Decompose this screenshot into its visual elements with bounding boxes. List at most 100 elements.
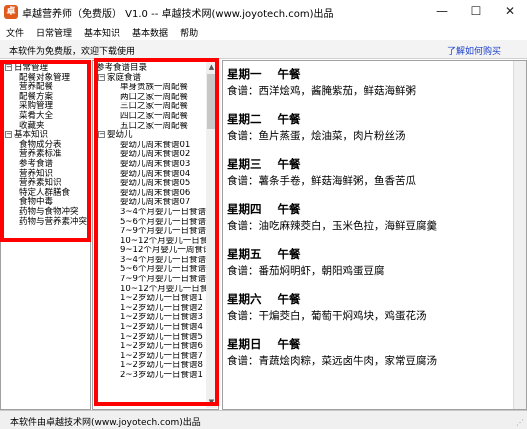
collapse-toggle-icon[interactable]: −: [5, 64, 12, 71]
meal-type: 午餐: [277, 202, 301, 216]
recipe-list-item[interactable]: 三口之家一周配餐: [96, 102, 208, 112]
recipe-list-item[interactable]: 四口之家一周配餐: [96, 112, 208, 122]
recipe-directory-tree: 参考食谱目录 − 家庭食谱 单身贵族一周配餐 两口之家一周配餐 三口之家一周配餐 四口之家一…: [96, 63, 208, 381]
scroll-thumb[interactable]: [207, 74, 216, 129]
collapse-toggle-icon[interactable]: −: [98, 131, 105, 139]
recipe-text: 食谱：干煸茭白，葡萄干焖鸡块，鸡蛋花汤: [227, 310, 427, 322]
recipe-list-item[interactable]: 1~2岁幼儿一日食谱5: [96, 333, 208, 343]
recipe-list-item[interactable]: 5~6个月婴儿一日食谱: [96, 265, 208, 275]
menu-bar: 文件 日常管理 基本知识 基本数据 帮助: [0, 24, 527, 40]
day-heading: 星期六 午餐: [227, 291, 427, 307]
recipe-list-item[interactable]: 3~4个月婴儿一日食谱: [96, 256, 208, 266]
scroll-up-icon[interactable]: ▲: [206, 62, 217, 73]
tree-item[interactable]: 菜肴大全: [5, 111, 87, 122]
menu-daily-management[interactable]: 日常管理: [30, 26, 78, 39]
recipe-list-item[interactable]: 10~12个月婴儿一日食谱: [96, 285, 208, 295]
recipe-list-item[interactable]: 1~2岁幼儿一日食谱1: [96, 294, 208, 304]
recipe-directory-panel: 参考食谱目录 − 家庭食谱 单身贵族一周配餐 两口之家一周配餐 三口之家一周配餐 四口之家一…: [92, 60, 219, 410]
recipe-list-item[interactable]: 单身贵族一周配餐: [96, 83, 208, 93]
recipe-list-item[interactable]: 3~4个月婴儿一日食谱: [96, 208, 208, 218]
menu-basic-data[interactable]: 基本数据: [126, 26, 174, 39]
resize-grip-icon[interactable]: ⋰: [516, 418, 524, 427]
tree-group-label[interactable]: 日常管理: [14, 63, 48, 73]
recipe-list-item[interactable]: 婴幼儿周末食谱02: [96, 150, 208, 160]
recipe-list-item[interactable]: 婴幼儿周末食谱01: [96, 141, 208, 151]
collapse-toggle-icon[interactable]: −: [5, 131, 12, 139]
recipe-text: 食谱：番茄焖明虾，朝阳鸡蛋豆腐: [227, 265, 385, 277]
navigation-tree-panel: − 日常管理 配餐对象管理 营养配餐 配餐方案 采购管理 菜肴大全 收藏夹 − 基本知识 食物成分表…: [0, 60, 91, 410]
recipe-text: 食谱：薯条手卷，鲜菇海鲜粥，鱼香苦瓜: [227, 175, 416, 187]
recipe-list-item[interactable]: 婴幼儿周末食谱04: [96, 170, 208, 180]
day-entry: 星期五 午餐食谱：番茄焖明虾，朝阳鸡蛋豆腐: [227, 246, 385, 278]
tree-group-label[interactable]: 基本知识: [14, 130, 48, 140]
day-entry: 星期六 午餐食谱：干煸茭白，葡萄干焖鸡块，鸡蛋花汤: [227, 291, 427, 323]
day-entry: 星期一 午餐食谱：西洋烩鸡，酱腌紫茄，鲜菇海鲜粥: [227, 66, 416, 98]
content-scrollbar[interactable]: [513, 61, 526, 409]
recipe-list-item[interactable]: 婴幼儿周末食谱03: [96, 160, 208, 170]
recipe-list-item[interactable]: 10~12个月婴儿一日食谱: [96, 237, 208, 247]
recipe-list-item[interactable]: 1~2岁幼儿一日食谱6: [96, 342, 208, 352]
window-title: 卓越营养师（免费版） V1.0 -- 卓越技术网(www.joyotech.co…: [22, 8, 334, 20]
day-entry: 星期二 午餐食谱：鱼片蒸蛋，烩油菜，肉片粉丝汤: [227, 111, 406, 143]
maximize-button[interactable]: ☐: [459, 0, 493, 24]
tree-item[interactable]: 药物与营养素冲突: [5, 217, 87, 228]
close-button[interactable]: ✕: [493, 0, 527, 24]
title-bar: 卓 卓越营养师（免费版） V1.0 -- 卓越技术网(www.joyotech.…: [0, 0, 527, 24]
tree-group-label[interactable]: 家庭食谱: [107, 73, 141, 83]
recipe-list-item[interactable]: 婴幼儿周末食谱06: [96, 189, 208, 199]
recipe-list-item[interactable]: 1~2岁幼儿一日食谱4: [96, 323, 208, 333]
day-heading: 星期三 午餐: [227, 156, 416, 172]
recipe-list-item[interactable]: 9~12个月婴儿一周食谱: [96, 246, 208, 256]
day-name: 星期二: [227, 112, 262, 126]
recipe-list-item[interactable]: 婴幼儿周末食谱07: [96, 198, 208, 208]
day-name: 星期三: [227, 157, 262, 171]
menu-file[interactable]: 文件: [0, 26, 30, 39]
navigation-tree: − 日常管理 配餐对象管理 营养配餐 配餐方案 采购管理 菜肴大全 收藏夹 − 基本知识 食物成分表…: [5, 63, 87, 228]
info-bar: 本软件为免费版，欢迎下载使用 了解如何购买: [0, 40, 527, 59]
recipe-list-item[interactable]: 1~2岁幼儿一日食谱2: [96, 304, 208, 314]
tree-group[interactable]: − 家庭食谱: [96, 73, 208, 84]
recipe-text: 食谱：油吃麻辣茭白，玉米色拉，海鲜豆腐羹: [227, 220, 437, 232]
recipe-text: 食谱：鱼片蒸蛋，烩油菜，肉片粉丝汤: [227, 130, 406, 142]
minimize-button[interactable]: —: [425, 0, 459, 24]
day-name: 星期一: [227, 67, 262, 81]
day-heading: 星期一 午餐: [227, 66, 416, 82]
meal-type: 午餐: [277, 292, 301, 306]
meal-type: 午餐: [277, 67, 301, 81]
recipe-list-item[interactable]: 1~2岁幼儿一日食谱8: [96, 361, 208, 371]
recipe-list-item[interactable]: 两口之家一周配餐: [96, 93, 208, 103]
day-name: 星期日: [227, 337, 262, 351]
menu-help[interactable]: 帮助: [174, 26, 204, 39]
recipe-list-item[interactable]: 7~9个月婴儿一日食谱: [96, 227, 208, 237]
day-heading: 星期五 午餐: [227, 246, 385, 262]
meal-type: 午餐: [277, 112, 301, 126]
purchase-link[interactable]: 了解如何购买: [447, 44, 501, 57]
scroll-down-icon[interactable]: ▼: [206, 397, 217, 408]
recipe-list-item[interactable]: 婴幼儿周末食谱05: [96, 179, 208, 189]
day-name: 星期五: [227, 247, 262, 261]
recipe-list-item[interactable]: 2~3岁幼儿一日食谱1: [96, 371, 208, 381]
recipe-list-item[interactable]: 1~2岁幼儿一日食谱3: [96, 313, 208, 323]
collapse-toggle-icon[interactable]: −: [98, 73, 105, 81]
tree-group-label[interactable]: 婴幼儿: [107, 130, 133, 140]
day-entry: 星期三 午餐食谱：薯条手卷，鲜菇海鲜粥，鱼香苦瓜: [227, 156, 416, 188]
day-heading: 星期日 午餐: [227, 336, 437, 352]
recipe-text: 食谱：西洋烩鸡，酱腌紫茄，鲜菇海鲜粥: [227, 85, 416, 97]
day-heading: 星期二 午餐: [227, 111, 406, 127]
recipe-directory-scrollbar[interactable]: ▲ ▼: [206, 62, 217, 408]
day-name: 星期四: [227, 202, 262, 216]
day-name: 星期六: [227, 292, 262, 306]
meal-type: 午餐: [277, 337, 301, 351]
free-version-notice: 本软件为免费版，欢迎下载使用: [9, 47, 136, 57]
menu-basic-knowledge[interactable]: 基本知识: [78, 26, 126, 39]
meal-type: 午餐: [277, 157, 301, 171]
recipe-content-panel: 星期一 午餐 食谱：西洋烩鸡，酱腌紫茄，鲜菇海鲜粥 星期二 午餐 食谱：鱼片蒸蛋，烩油菜，…: [222, 60, 527, 410]
recipe-text: 食谱：青蔬烩肉粽，菜远卤牛肉，家常豆腐汤: [227, 355, 437, 367]
day-heading: 星期四 午餐: [227, 201, 437, 217]
meal-type: 午餐: [277, 247, 301, 261]
tree-group[interactable]: − 婴幼儿: [96, 130, 208, 141]
recipe-list-item[interactable]: 7~9个月婴儿一日食谱: [96, 275, 208, 285]
recipe-list-item[interactable]: 1~2岁幼儿一日食谱7: [96, 352, 208, 362]
recipe-list-item[interactable]: 5~6个月婴儿一日食谱: [96, 218, 208, 228]
day-entry: 星期四 午餐食谱：油吃麻辣茭白，玉米色拉，海鲜豆腐羹: [227, 201, 437, 233]
